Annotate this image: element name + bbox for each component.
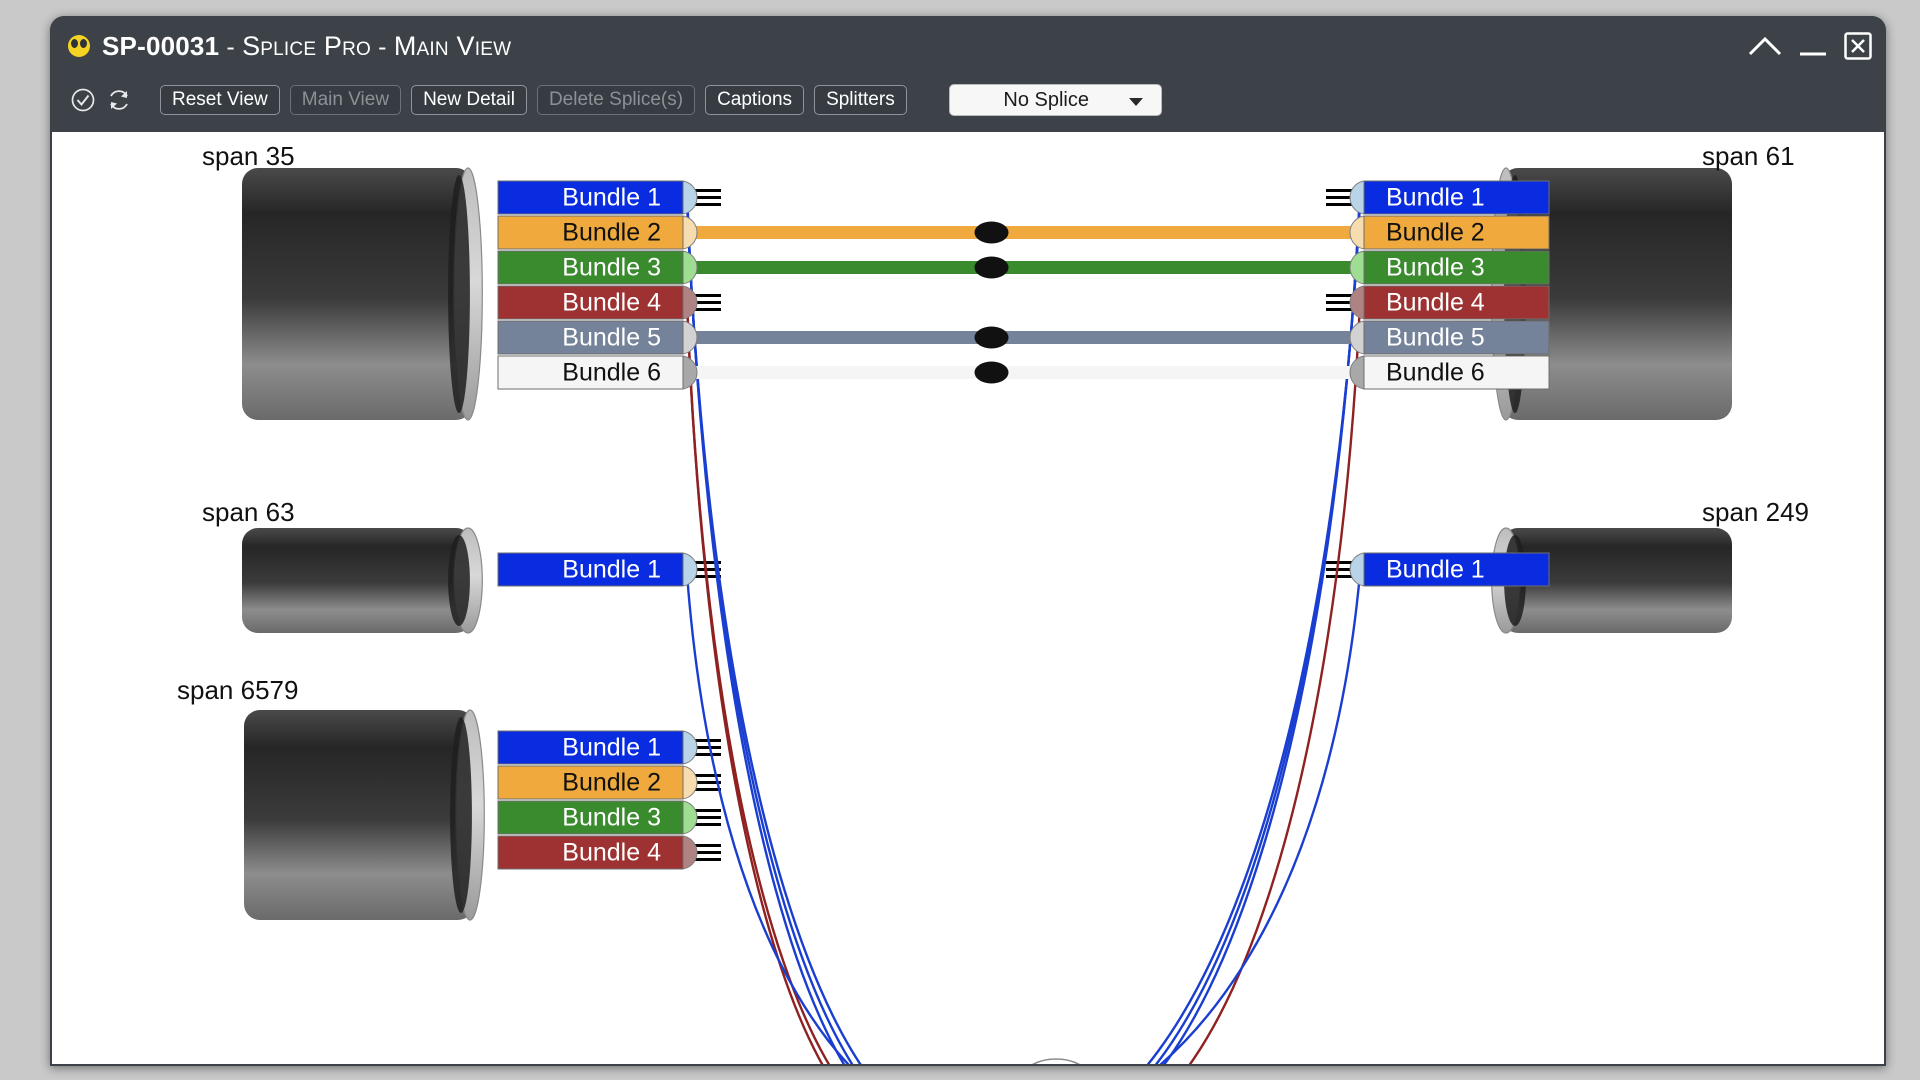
bundle-label: Bundle 1 [562, 184, 661, 212]
window-title-sep2: - [371, 32, 394, 61]
splice-dot[interactable] [974, 361, 1009, 384]
cable-body [244, 710, 474, 920]
span-label-span-35: span 35 [202, 141, 295, 171]
bundle-span-61-4[interactable]: Bundle 4 [1349, 285, 1550, 320]
minimize-icon[interactable] [1798, 34, 1828, 58]
main-view-button[interactable]: Main View [289, 85, 402, 115]
detail-box[interactable]: Detail 12 [872, 1058, 1122, 1064]
chevron-down-icon [1128, 98, 1143, 106]
bundle-label: Bundle 6 [562, 359, 661, 387]
bundle-label: Bundle 1 [562, 734, 661, 762]
bundle-label: Bundle 4 [562, 839, 661, 867]
bundle-span-35-4[interactable]: Bundle 4 [497, 285, 698, 320]
reset-view-button[interactable]: Reset View [160, 85, 280, 115]
cable-inner-shadow [448, 535, 470, 626]
span-label-span-63: span 63 [202, 497, 295, 527]
bundle-span-6579-2[interactable]: Bundle 2 [497, 765, 698, 800]
window-controls [1748, 32, 1872, 60]
bundle-label: Bundle 1 [1386, 556, 1485, 584]
cable-span-63 [242, 527, 483, 634]
bundle-span-35-3[interactable]: Bundle 3 [497, 250, 698, 285]
bundle-label: Bundle 1 [562, 556, 661, 584]
fibers-layer [685, 189, 1362, 1065]
diagram-svg: Bundle 1 Bundle 2 Bundle 3 Bundle 4 Bundle 5… [242, 167, 1732, 1065]
bundle-span-6579-4[interactable]: Bundle 4 [497, 835, 698, 870]
bundle-label: Bundle 3 [562, 804, 661, 832]
detail-badge[interactable] [1020, 1058, 1092, 1064]
captions-button[interactable]: Captions [705, 85, 805, 115]
bundle-span-6579-1[interactable]: Bundle 1 [497, 730, 698, 765]
refresh-icon[interactable] [106, 87, 132, 113]
toolbar: Reset View Main View New Detail Delete S… [50, 76, 1886, 124]
bundle-span-35-6[interactable]: Bundle 6 [497, 355, 698, 390]
splice-dots-layer [974, 221, 1009, 384]
cable-span-6579 [244, 709, 485, 921]
chevron-up-icon[interactable] [1748, 34, 1782, 58]
bundle-span-61-2[interactable]: Bundle 2 [1349, 215, 1550, 250]
new-detail-button[interactable]: New Detail [411, 85, 527, 115]
window-title: SP-00031 - Splice Pro - Main View [102, 31, 511, 62]
fiber-curve[interactable] [1082, 191, 1362, 1065]
close-icon[interactable] [1844, 32, 1872, 60]
window-title-id: SP-00031 [102, 30, 220, 61]
bundle-label: Bundle 1 [1386, 184, 1485, 212]
delete-splices-button[interactable]: Delete Splice(s) [536, 85, 696, 115]
cable-body [242, 168, 472, 420]
bundle-label: Bundle 5 [562, 324, 661, 352]
connections-layer [681, 226, 1366, 379]
bundle-span-61-3[interactable]: Bundle 3 [1349, 250, 1550, 285]
window-title-view: Main View [393, 30, 512, 61]
cable-inner-shadow [450, 717, 472, 913]
bundle-label: Bundle 6 [1386, 359, 1485, 387]
diagram-canvas[interactable]: Bundle 1 Bundle 2 Bundle 3 Bundle 4 Bundle 5… [52, 132, 1884, 1064]
window-title-app: Splice Pro [242, 30, 372, 61]
detail-box-layer: Detail 12 [872, 1058, 1122, 1064]
splice-select[interactable]: No Splice [948, 84, 1162, 116]
cable-span-35 [242, 167, 483, 421]
splice-dot[interactable] [974, 326, 1009, 349]
application-window: SP-00031 - Splice Pro - Main View Reset … [50, 16, 1886, 1066]
splice-dot[interactable] [974, 221, 1009, 244]
bundle-label: Bundle 2 [562, 769, 661, 797]
bug-face-icon [68, 35, 90, 57]
title-bar: SP-00031 - Splice Pro - Main View [50, 16, 1886, 76]
bundle-span-35-2[interactable]: Bundle 2 [497, 215, 698, 250]
splice-dot[interactable] [974, 256, 1009, 279]
fiber-curve[interactable] [685, 197, 922, 1065]
bundle-label: Bundle 5 [1386, 324, 1485, 352]
bundle-label: Bundle 4 [1386, 289, 1485, 317]
splitters-button[interactable]: Splitters [814, 85, 907, 115]
bundle-span-61-1[interactable]: Bundle 1 [1349, 180, 1550, 215]
cable-body [242, 528, 472, 633]
bundle-label: Bundle 3 [1386, 254, 1485, 282]
window-title-sep1: - [219, 32, 243, 61]
bundles-layer: Bundle 1 Bundle 2 Bundle 3 Bundle 4 Bundle 5… [497, 180, 1550, 870]
span-label-span-6579: span 6579 [177, 675, 299, 705]
bundle-label: Bundle 2 [562, 219, 661, 247]
bundle-span-35-1[interactable]: Bundle 1 [497, 180, 698, 215]
bundle-span-61-5[interactable]: Bundle 5 [1349, 320, 1550, 355]
fiber-curve[interactable] [685, 299, 884, 1065]
fiber-curve[interactable] [1112, 304, 1362, 1065]
bundle-label: Bundle 4 [562, 289, 661, 317]
check-circle-icon[interactable] [70, 87, 96, 113]
fiber-curve[interactable] [1070, 197, 1362, 1065]
span-label-span-61: span 61 [1702, 141, 1795, 171]
bundle-span-249-1[interactable]: Bundle 1 [1349, 552, 1550, 587]
bundle-span-63-1[interactable]: Bundle 1 [497, 552, 698, 587]
span-label-span-249: span 249 [1702, 497, 1809, 527]
bundle-span-61-6[interactable]: Bundle 6 [1349, 355, 1550, 390]
bundle-span-6579-3[interactable]: Bundle 3 [497, 800, 698, 835]
bundle-label: Bundle 2 [1386, 219, 1485, 247]
cable-inner-shadow [448, 175, 470, 413]
bundle-span-35-5[interactable]: Bundle 5 [497, 320, 698, 355]
bundle-label: Bundle 3 [562, 254, 661, 282]
